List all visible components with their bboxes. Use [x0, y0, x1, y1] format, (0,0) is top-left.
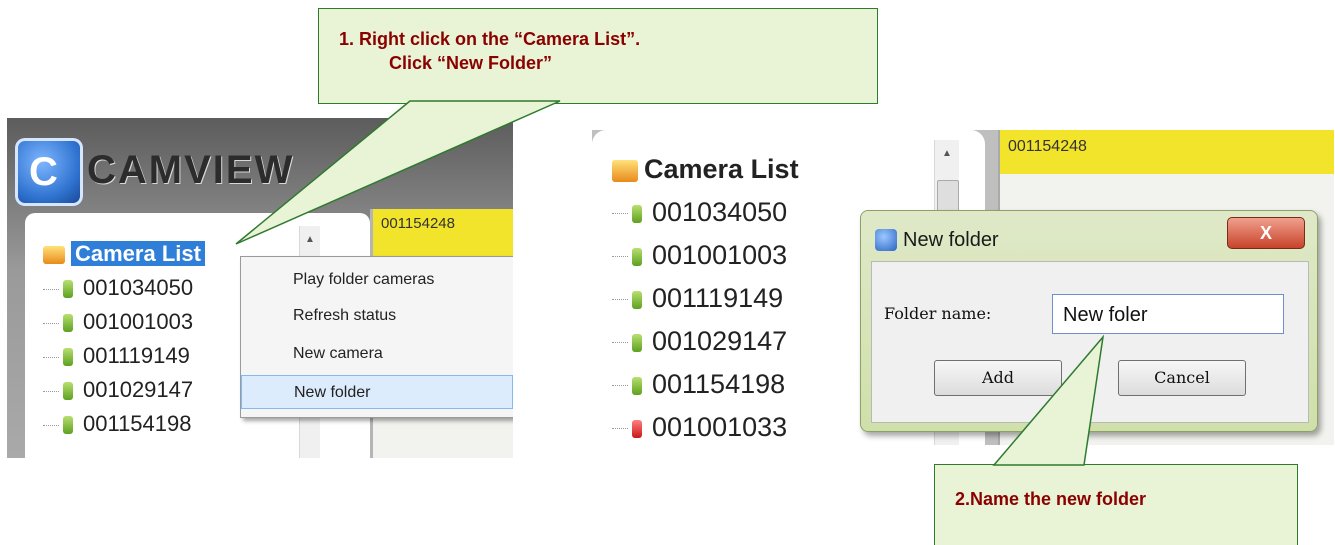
callout-2-pointer [992, 334, 1105, 466]
callout-pointers [235, 100, 1105, 466]
callout-1-pointer [235, 100, 561, 245]
